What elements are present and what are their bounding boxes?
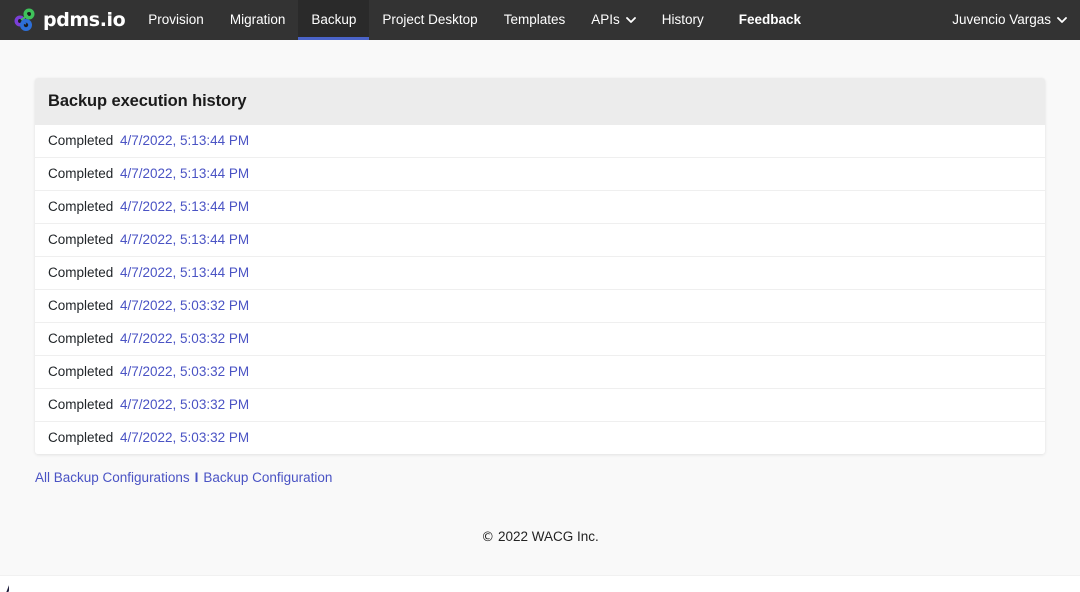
breadcrumb-separator: I — [190, 470, 204, 485]
table-row[interactable]: Completed 4/7/2022, 5:13:44 PM — [35, 256, 1045, 289]
cut-off-glyph: A — [0, 577, 9, 592]
chevron-down-icon — [1057, 15, 1067, 25]
nav-item-history[interactable]: History — [649, 0, 717, 40]
status-badge: Completed — [48, 199, 120, 214]
backup-execution-history-card: Backup execution history Completed 4/7/2… — [35, 78, 1045, 454]
page-title: Backup execution history — [35, 78, 1045, 125]
nav-item-label: Feedback — [739, 13, 801, 27]
status-badge: Completed — [48, 166, 120, 181]
execution-timestamp-link[interactable]: 4/7/2022, 5:03:32 PM — [120, 430, 249, 445]
nav-item-migration[interactable]: Migration — [217, 0, 299, 40]
nav-item-label: Backup — [311, 13, 356, 27]
copyright-icon: © — [481, 530, 494, 545]
nav-item-templates[interactable]: Templates — [491, 0, 579, 40]
brand-text: pdms.io — [43, 11, 125, 30]
execution-timestamp-link[interactable]: 4/7/2022, 5:13:44 PM — [120, 166, 249, 181]
nav-item-provision[interactable]: Provision — [135, 0, 217, 40]
status-badge: Completed — [48, 397, 120, 412]
execution-timestamp-link[interactable]: 4/7/2022, 5:13:44 PM — [120, 133, 249, 148]
nav-item-label: Templates — [504, 13, 566, 27]
user-menu-label: Juvencio Vargas — [952, 13, 1051, 27]
page-body: Backup execution history Completed 4/7/2… — [0, 40, 1080, 575]
execution-timestamp-link[interactable]: 4/7/2022, 5:03:32 PM — [120, 364, 249, 379]
status-badge: Completed — [48, 265, 120, 280]
footer-text: 2022 WACG Inc. — [498, 529, 599, 544]
table-row[interactable]: Completed 4/7/2022, 5:03:32 PM — [35, 322, 1045, 355]
execution-timestamp-link[interactable]: 4/7/2022, 5:13:44 PM — [120, 199, 249, 214]
nav-item-label: Project Desktop — [382, 13, 477, 27]
execution-history-list: Completed 4/7/2022, 5:13:44 PM Completed… — [35, 125, 1045, 454]
table-row[interactable]: Completed 4/7/2022, 5:03:32 PM — [35, 289, 1045, 322]
footer: © 2022 WACG Inc. — [0, 485, 1080, 575]
table-row[interactable]: Completed 4/7/2022, 5:13:44 PM — [35, 125, 1045, 157]
nav-item-label: Migration — [230, 13, 286, 27]
nav-item-label: History — [662, 13, 704, 27]
nav-item-apis[interactable]: APIs — [578, 0, 649, 40]
status-badge: Completed — [48, 232, 120, 247]
table-row[interactable]: Completed 4/7/2022, 5:13:44 PM — [35, 223, 1045, 256]
breadcrumb: All Backup Configurations I Backup Confi… — [35, 470, 1045, 485]
top-navbar: pdms.io Provision Migration Backup Proje… — [0, 0, 1080, 40]
nav-right: Juvencio Vargas — [939, 0, 1080, 40]
pdms-logo-icon — [12, 8, 38, 32]
execution-timestamp-link[interactable]: 4/7/2022, 5:03:32 PM — [120, 397, 249, 412]
status-badge: Completed — [48, 331, 120, 346]
nav-items: Provision Migration Backup Project Deskt… — [135, 0, 814, 40]
status-badge: Completed — [48, 133, 120, 148]
nav-item-label: Provision — [148, 13, 204, 27]
chevron-down-icon — [626, 15, 636, 25]
status-badge: Completed — [48, 298, 120, 313]
user-menu[interactable]: Juvencio Vargas — [939, 0, 1080, 40]
breadcrumb-all-backup-configurations[interactable]: All Backup Configurations — [35, 470, 190, 485]
execution-timestamp-link[interactable]: 4/7/2022, 5:13:44 PM — [120, 232, 249, 247]
table-row[interactable]: Completed 4/7/2022, 5:03:32 PM — [35, 388, 1045, 421]
content-container: Backup execution history Completed 4/7/2… — [35, 78, 1045, 485]
nav-item-backup[interactable]: Backup — [298, 0, 369, 40]
status-badge: Completed — [48, 364, 120, 379]
nav-item-feedback[interactable]: Feedback — [717, 0, 814, 40]
table-row[interactable]: Completed 4/7/2022, 5:13:44 PM — [35, 190, 1045, 223]
breadcrumb-backup-configuration[interactable]: Backup Configuration — [203, 470, 332, 485]
execution-timestamp-link[interactable]: 4/7/2022, 5:03:32 PM — [120, 331, 249, 346]
status-badge: Completed — [48, 430, 120, 445]
table-row[interactable]: Completed 4/7/2022, 5:13:44 PM — [35, 157, 1045, 190]
nav-item-project-desktop[interactable]: Project Desktop — [369, 0, 490, 40]
bottom-strip: A — [0, 575, 1080, 592]
execution-timestamp-link[interactable]: 4/7/2022, 5:03:32 PM — [120, 298, 249, 313]
brand-logo[interactable]: pdms.io — [0, 0, 135, 40]
nav-item-label: APIs — [591, 13, 620, 27]
table-row[interactable]: Completed 4/7/2022, 5:03:32 PM — [35, 355, 1045, 388]
execution-timestamp-link[interactable]: 4/7/2022, 5:13:44 PM — [120, 265, 249, 280]
table-row[interactable]: Completed 4/7/2022, 5:03:32 PM — [35, 421, 1045, 454]
